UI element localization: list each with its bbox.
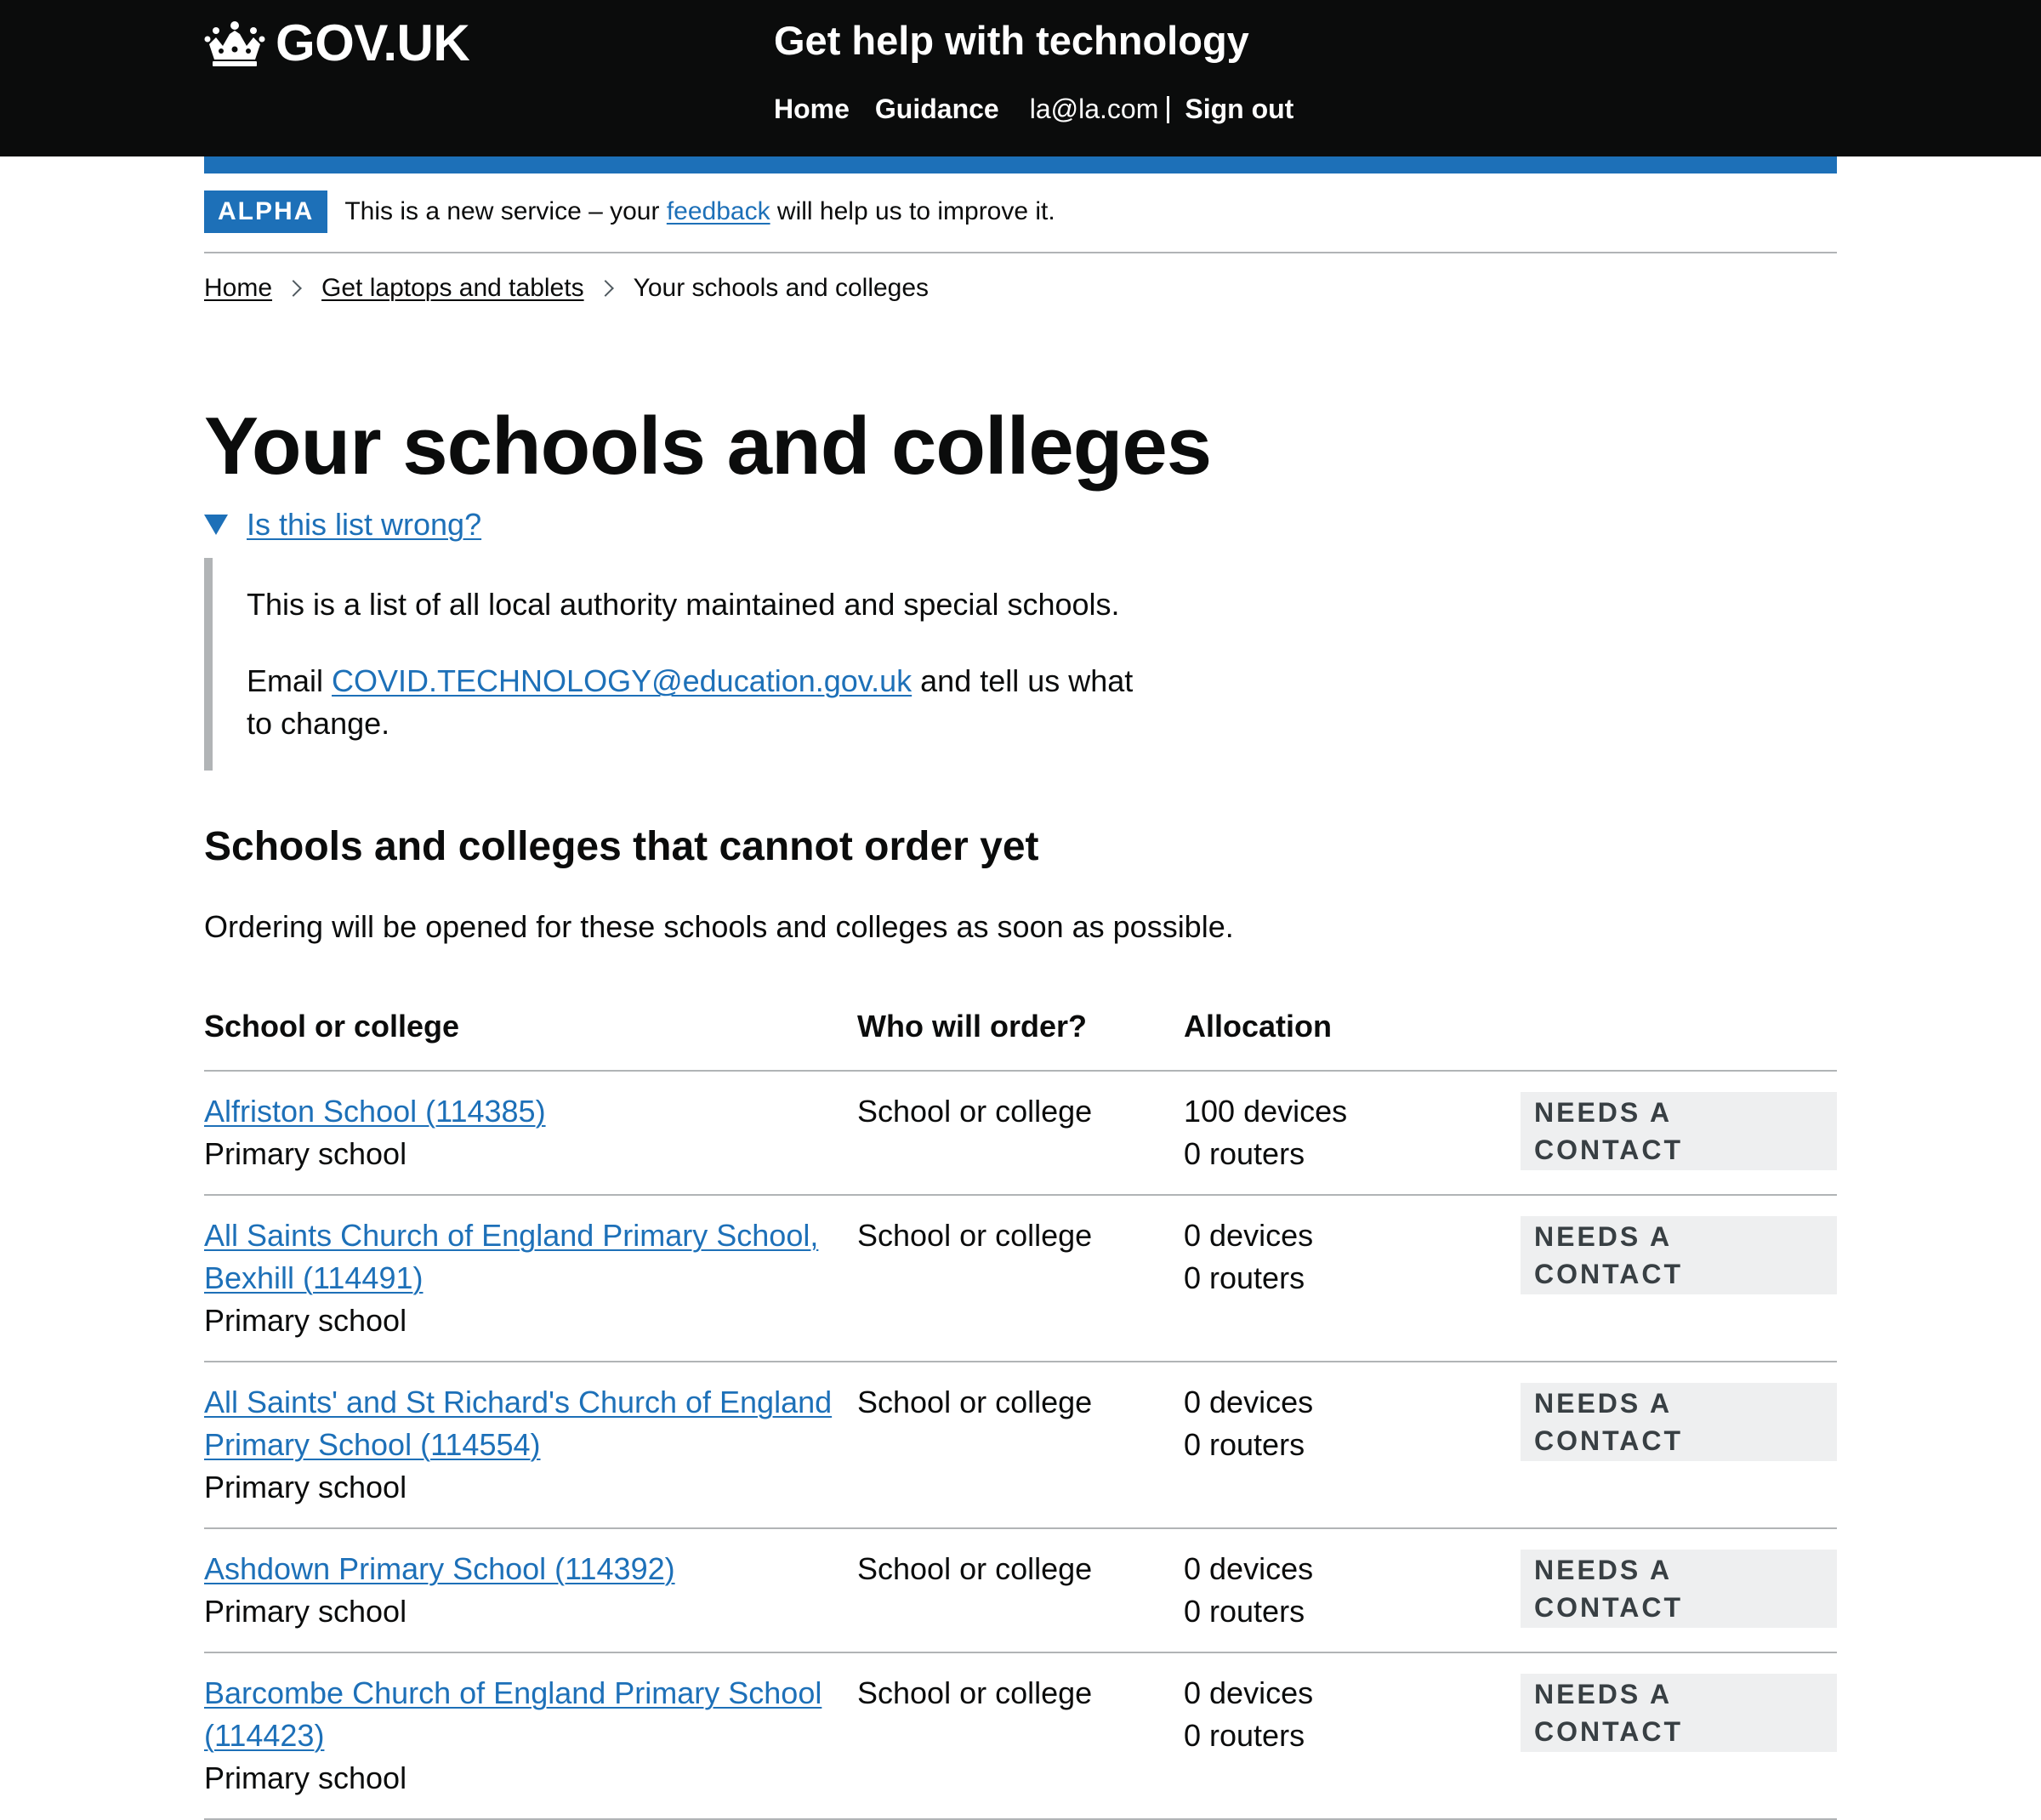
nav-guidance-link[interactable]: Guidance (875, 94, 999, 125)
orderer-cell: School or college (857, 1528, 1184, 1653)
phase-banner-text: This is a new service – your feedback wi… (344, 191, 1055, 233)
details-summary-toggle[interactable]: Is this list wrong? (204, 507, 1837, 543)
school-link[interactable]: All Saints Church of England Primary Sch… (204, 1218, 818, 1295)
breadcrumb: Home Get laptops and tablets Your school… (204, 274, 1837, 303)
devices-count: 0 devices (1184, 1551, 1314, 1586)
details-paragraph: This is a list of all local authority ma… (247, 587, 1120, 622)
status-cell: NEEDS A CONTACT (1510, 1195, 1837, 1362)
crown-icon (204, 20, 265, 66)
feedback-link[interactable]: feedback (667, 197, 770, 225)
nav-divider (1167, 95, 1170, 123)
table-row: All Saints' and St Richard's Church of E… (204, 1362, 1837, 1529)
orderer-cell: School or college (857, 1071, 1184, 1196)
devices-count: 0 devices (1184, 1385, 1314, 1419)
allocation-cell: 0 devices 0 routers (1184, 1362, 1510, 1529)
routers-count: 0 routers (1184, 1136, 1305, 1171)
school-type: Primary school (204, 1303, 407, 1338)
section-heading: Schools and colleges that cannot order y… (204, 824, 1039, 869)
column-header-status (1510, 995, 1837, 1072)
school-cell: All Saints' and St Richard's Church of E… (204, 1362, 857, 1529)
chevron-right-icon (285, 280, 302, 297)
routers-count: 0 routers (1184, 1260, 1305, 1295)
routers-count: 0 routers (1184, 1427, 1305, 1462)
govuk-logo-link[interactable]: GOV.UK (204, 14, 470, 72)
status-cell: NEEDS A CONTACT (1510, 1362, 1837, 1529)
status-badge: NEEDS A CONTACT (1521, 1383, 1837, 1461)
devices-count: 0 devices (1184, 1675, 1314, 1710)
orderer-cell: School or college (857, 1362, 1184, 1529)
phase-text-before: This is a new service – your (344, 197, 667, 225)
allocation-cell: 0 devices 0 routers (1184, 1195, 1510, 1362)
status-cell: NEEDS A CONTACT (1510, 1652, 1837, 1820)
school-cell: Barcombe Church of England Primary Schoo… (204, 1652, 857, 1820)
phase-banner: ALPHA This is a new service – your feedb… (204, 191, 1837, 253)
page-title: Your schools and colleges (204, 401, 1212, 492)
site-header: GOV.UK Get help with technology Home Gui… (0, 0, 2041, 156)
status-cell: NEEDS A CONTACT (1510, 1071, 1837, 1196)
status-badge: NEEDS A CONTACT (1521, 1092, 1837, 1170)
orderer-cell: School or college (857, 1195, 1184, 1362)
breadcrumb-get-laptops-link[interactable]: Get laptops and tablets (321, 274, 584, 303)
school-link[interactable]: Barcombe Church of England Primary Schoo… (204, 1675, 822, 1753)
allocation-cell: 0 devices 0 routers (1184, 1652, 1510, 1820)
status-cell: NEEDS A CONTACT (1510, 1528, 1837, 1653)
nav-home-link[interactable]: Home (774, 94, 850, 125)
header-navigation: Home Guidance la@la.com Sign out (774, 94, 1293, 125)
is-this-list-wrong-link[interactable]: Is this list wrong? (247, 507, 481, 543)
routers-count: 0 routers (1184, 1594, 1305, 1629)
service-name-link[interactable]: Get help with technology (774, 17, 1249, 64)
school-cell: Ashdown Primary School (114392) Primary s… (204, 1528, 857, 1653)
routers-count: 0 routers (1184, 1718, 1305, 1753)
status-badge: NEEDS A CONTACT (1521, 1550, 1837, 1628)
school-link[interactable]: Ashdown Primary School (114392) (204, 1551, 675, 1586)
table-row: All Saints Church of England Primary Sch… (204, 1195, 1837, 1362)
table-header-row: School or college Who will order? Alloca… (204, 995, 1837, 1072)
orderer-cell: School or college (857, 1652, 1184, 1820)
devices-count: 0 devices (1184, 1218, 1314, 1253)
breadcrumb-home-link[interactable]: Home (204, 274, 272, 303)
school-cell: Alfriston School (114385) Primary school (204, 1071, 857, 1196)
column-header-school: School or college (204, 995, 857, 1072)
school-cell: All Saints Church of England Primary Sch… (204, 1195, 857, 1362)
phase-tag: ALPHA (204, 191, 328, 233)
allocation-cell: 100 devices 0 routers (1184, 1071, 1510, 1196)
schools-table: School or college Who will order? Alloca… (204, 995, 1837, 1820)
school-link[interactable]: All Saints' and St Richard's Church of E… (204, 1385, 832, 1462)
email-prefix: Email (247, 663, 333, 698)
logo-text: GOV.UK (276, 14, 470, 71)
status-badge: NEEDS A CONTACT (1521, 1216, 1837, 1294)
allocation-cell: 0 devices 0 routers (1184, 1528, 1510, 1653)
chevron-right-icon (596, 280, 614, 297)
details-panel: This is a list of all local authority ma… (204, 558, 1140, 771)
column-header-who-will-order: Who will order? (857, 995, 1184, 1072)
breadcrumb-current: Your schools and colleges (633, 274, 930, 302)
phase-text-after: will help us to improve it. (770, 197, 1055, 225)
table-row: Barcombe Church of England Primary Schoo… (204, 1652, 1837, 1820)
email-link[interactable]: COVID.TECHNOLOGY@education.gov.uk (332, 663, 912, 698)
details-email-paragraph: Email COVID.TECHNOLOGY@education.gov.uk … (247, 660, 1140, 745)
section-lead: Ordering will be opened for these school… (204, 909, 1234, 944)
school-type: Primary school (204, 1470, 407, 1504)
school-type: Primary school (204, 1136, 407, 1171)
column-header-allocation: Allocation (1184, 995, 1510, 1072)
sign-out-link[interactable]: Sign out (1185, 94, 1293, 125)
triangle-down-icon (204, 515, 228, 535)
user-email: la@la.com (1029, 94, 1159, 124)
table-row: Alfriston School (114385) Primary school … (204, 1071, 1837, 1196)
header-blue-bar (204, 156, 1837, 173)
school-link[interactable]: Alfriston School (114385) (204, 1094, 546, 1129)
table-row: Ashdown Primary School (114392) Primary s… (204, 1528, 1837, 1653)
devices-count: 100 devices (1184, 1094, 1348, 1129)
school-type: Primary school (204, 1760, 407, 1795)
school-type: Primary school (204, 1594, 407, 1629)
status-badge: NEEDS A CONTACT (1521, 1674, 1837, 1752)
